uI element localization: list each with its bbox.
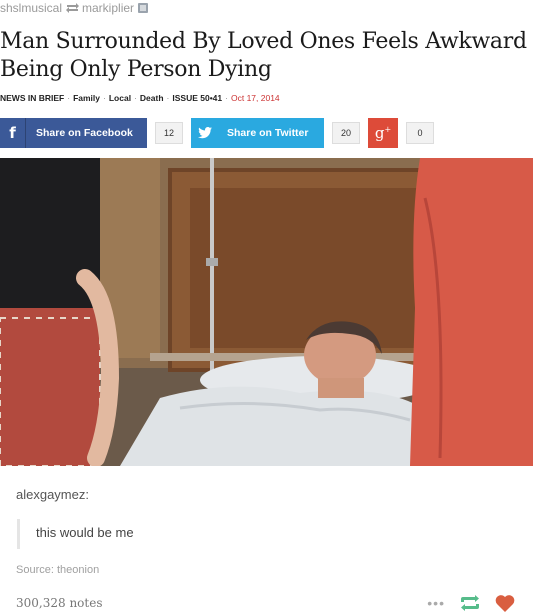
share-twitter-button[interactable]: Share on Twitter xyxy=(191,118,324,148)
article-meta: NEWS IN BRIEF · Family · Local · Death · ISSUE 5… xyxy=(0,93,280,103)
post-actions: ••• xyxy=(427,594,515,612)
reblog-comment: this would be me xyxy=(36,525,134,540)
twitter-icon xyxy=(191,118,219,148)
reblog-from-user[interactable]: shslmusical xyxy=(0,1,62,15)
facebook-count: 12 xyxy=(155,122,183,144)
quote-bar xyxy=(17,519,20,549)
meta-tag-death[interactable]: Death xyxy=(140,93,164,103)
share-googleplus-button[interactable]: g+ xyxy=(368,118,398,148)
share-row: f Share on Facebook 12 Share on Twitter … xyxy=(0,118,434,148)
meta-issue: ISSUE 50•41 xyxy=(172,93,223,103)
more-options-icon[interactable]: ••• xyxy=(427,595,445,611)
post-source: Source: theonion xyxy=(16,564,99,576)
reblog-icon[interactable] xyxy=(459,595,481,611)
like-heart-icon[interactable] xyxy=(495,594,515,612)
googleplus-count: 0 xyxy=(406,122,434,144)
reblog-to-user[interactable]: markiplier xyxy=(82,1,134,15)
article-headline: Man Surrounded By Loved Ones Feels Awkwa… xyxy=(0,29,527,82)
reblog-icon xyxy=(66,3,80,13)
share-facebook-button[interactable]: f Share on Facebook xyxy=(0,118,147,148)
googleplus-icon: g+ xyxy=(374,124,392,142)
reblog-header: shslmusical markiplier xyxy=(0,0,149,16)
meta-tag-local[interactable]: Local xyxy=(109,93,131,103)
avatar-icon xyxy=(138,3,149,13)
source-link[interactable]: theonion xyxy=(57,564,99,576)
twitter-label: Share on Twitter xyxy=(227,127,309,139)
facebook-label: Share on Facebook xyxy=(36,127,133,139)
meta-tag-family[interactable]: Family xyxy=(73,93,100,103)
article-photo xyxy=(0,158,533,466)
op-username[interactable]: alexgaymez: xyxy=(16,487,89,502)
notes-count[interactable]: 300,328 notes xyxy=(16,596,102,610)
source-label: Source: xyxy=(16,564,54,576)
meta-section[interactable]: NEWS IN BRIEF xyxy=(0,93,64,103)
twitter-count: 20 xyxy=(332,122,360,144)
meta-date: Oct 17, 2014 xyxy=(230,93,280,103)
facebook-icon: f xyxy=(0,118,26,148)
